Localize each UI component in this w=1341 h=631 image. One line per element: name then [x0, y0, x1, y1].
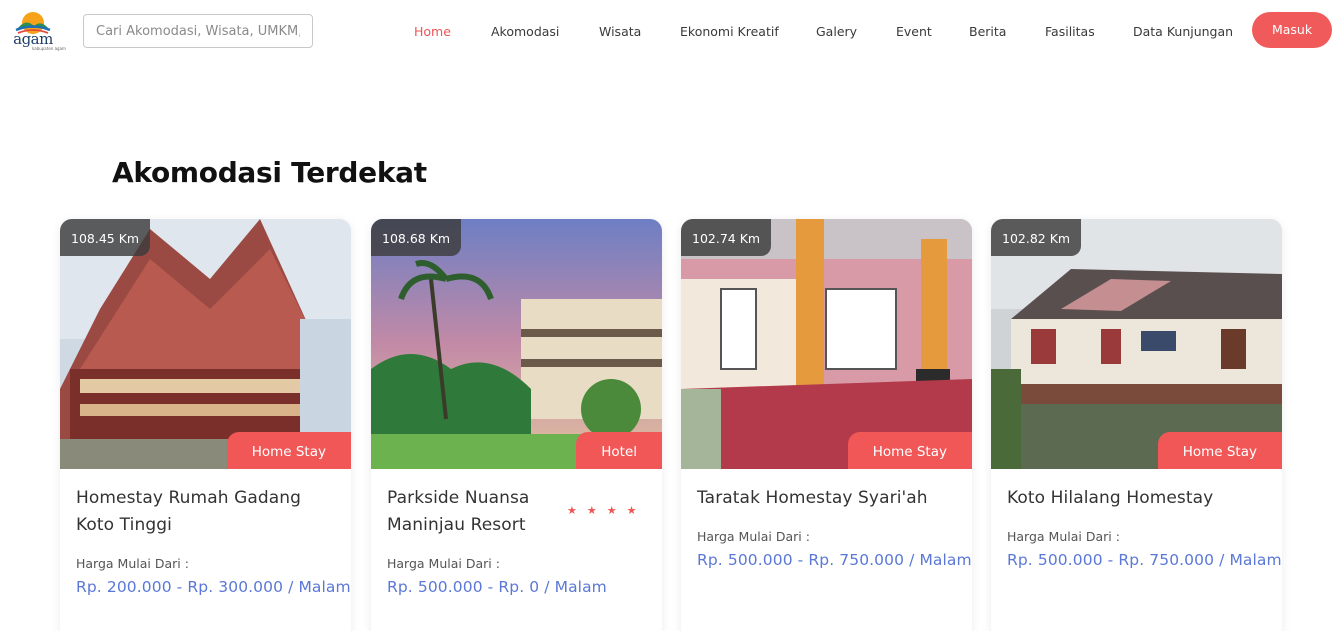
distance-badge: 108.68 Km [371, 219, 462, 256]
nav-akomodasi[interactable]: Akomodasi [491, 24, 559, 40]
type-badge: Home Stay [1157, 432, 1282, 469]
type-badge: Hotel [576, 432, 662, 469]
card-image: 102.74 Km Home Stay [681, 219, 972, 469]
card-title: Taratak Homestay Syari'ah [697, 488, 928, 508]
price-range: Rp. 500.000 - Rp. 750.000 / Malam [697, 551, 972, 569]
navbar: agam kabupaten agam Home Akomodasi Wisat… [0, 0, 1341, 62]
search-input[interactable] [83, 14, 313, 48]
card-image: 108.68 Km Hotel [371, 219, 662, 469]
price-range: Rp. 500.000 - Rp. 750.000 / Malam [1007, 551, 1282, 569]
logo-subtext: kabupaten agam [32, 46, 66, 51]
price-label: Harga Mulai Dari : [697, 529, 810, 544]
login-button[interactable]: Masuk [1252, 12, 1332, 48]
nav-home[interactable]: Home [414, 24, 451, 40]
accommodation-card[interactable]: 102.74 Km Home Stay Taratak Homestay Sya… [681, 219, 972, 631]
section-title: Akomodasi Terdekat [112, 156, 427, 189]
nav-wisata[interactable]: Wisata [599, 24, 641, 40]
price-label: Harga Mulai Dari : [387, 556, 500, 571]
distance-badge: 102.74 Km [681, 219, 772, 256]
logo-text: agam [13, 30, 53, 48]
accommodation-card[interactable]: 108.68 Km Hotel Parkside Nuansa Maninjau… [371, 219, 662, 631]
nav-data-kunjungan[interactable]: Data Kunjungan [1133, 24, 1233, 40]
star-rating-icon: ★★★★ [567, 504, 647, 517]
nav-fasilitas[interactable]: Fasilitas [1045, 24, 1095, 40]
card-image: 102.82 Km Home Stay [991, 219, 1282, 469]
accommodation-card[interactable]: 108.45 Km Home Stay Homestay Rumah Gadan… [60, 219, 351, 631]
price-label: Harga Mulai Dari : [1007, 529, 1120, 544]
price-label: Harga Mulai Dari : [76, 556, 189, 571]
distance-badge: 108.45 Km [60, 219, 151, 256]
card-title: Parkside Nuansa Maninjau Resort [387, 488, 530, 535]
card-image: 108.45 Km Home Stay [60, 219, 351, 469]
nav-galery[interactable]: Galery [816, 24, 857, 40]
nav-berita[interactable]: Berita [969, 24, 1006, 40]
nav-event[interactable]: Event [896, 24, 932, 40]
type-badge: Home Stay [847, 432, 972, 469]
type-badge: Home Stay [226, 432, 351, 469]
card-title: Koto Hilalang Homestay [1007, 488, 1214, 508]
price-range: Rp. 200.000 - Rp. 300.000 / Malam [76, 578, 351, 596]
accommodation-card[interactable]: 102.82 Km Home Stay Koto Hilalang Homest… [991, 219, 1282, 631]
card-title: Homestay Rumah Gadang Koto Tinggi [76, 488, 302, 535]
agam-logo[interactable]: agam kabupaten agam [8, 10, 66, 52]
price-range: Rp. 500.000 - Rp. 0 / Malam [387, 578, 607, 596]
distance-badge: 102.82 Km [991, 219, 1082, 256]
nav-ekonomi-kreatif[interactable]: Ekonomi Kreatif [680, 24, 779, 40]
